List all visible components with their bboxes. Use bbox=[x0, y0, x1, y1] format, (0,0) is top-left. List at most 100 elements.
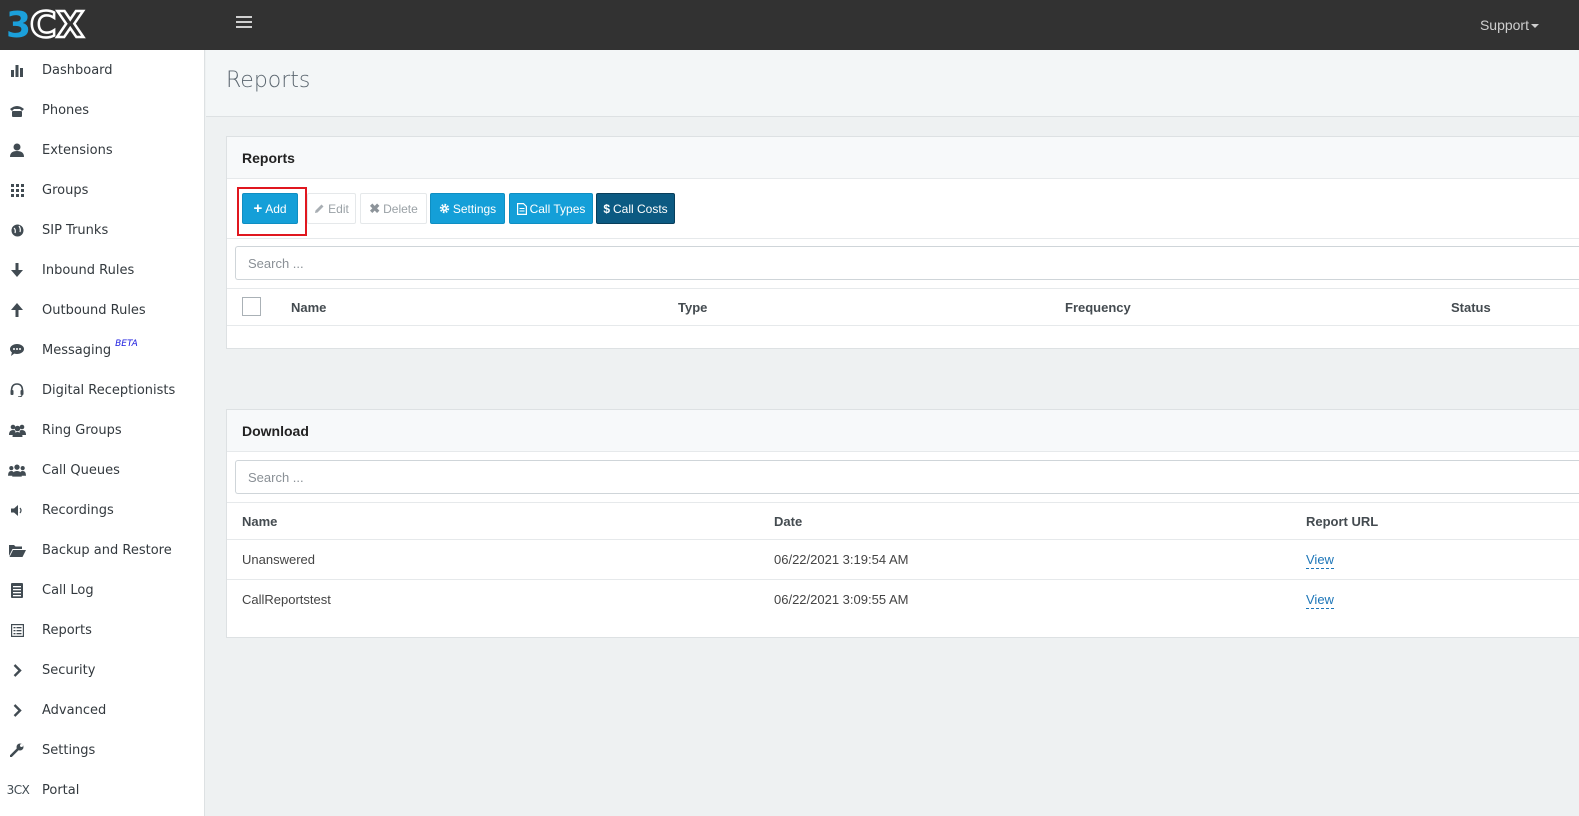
report-date: 06/22/2021 3:19:54 AM bbox=[774, 552, 909, 567]
sidebar-item-label: Phones bbox=[42, 102, 90, 118]
reports-panel-heading: Reports bbox=[227, 137, 1579, 179]
add-button[interactable]: + Add bbox=[242, 193, 298, 224]
download-search-input[interactable] bbox=[235, 460, 1579, 494]
view-link[interactable]: View bbox=[1306, 552, 1334, 569]
call-costs-button-label: Call Costs bbox=[613, 201, 668, 216]
sidebar-item-phones[interactable]: Phones bbox=[0, 90, 204, 130]
sidebar-item-label: Extensions bbox=[42, 142, 113, 158]
reports-search-input[interactable] bbox=[235, 246, 1579, 280]
sidebar-item-advanced[interactable]: Advanced bbox=[0, 690, 204, 730]
sidebar-item-label: Outbound Rules bbox=[42, 302, 146, 318]
column-header-name[interactable]: Name bbox=[291, 300, 326, 315]
sidebar-item-messaging[interactable]: Messaging BETA bbox=[0, 330, 204, 370]
chevron-right-icon bbox=[8, 701, 26, 719]
sidebar-item-call-log[interactable]: Call Log bbox=[0, 570, 204, 610]
hamburger-menu-icon[interactable] bbox=[236, 16, 252, 32]
arrow-up-icon bbox=[8, 301, 26, 319]
svg-text:3: 3 bbox=[6, 6, 31, 42]
sidebar-item-call-queues[interactable]: Call Queues bbox=[0, 450, 204, 490]
download-panel: Download Name Date Report URL Unanswered… bbox=[226, 409, 1579, 638]
sidebar-item-label: Messaging BETA bbox=[42, 339, 138, 358]
view-link[interactable]: View bbox=[1306, 592, 1334, 609]
sidebar-item-dashboard[interactable]: Dashboard bbox=[0, 50, 204, 90]
reports-panel: Reports + Add Edit ✖ Delete Settings Call … bbox=[226, 136, 1579, 349]
sidebar-item-label: Dashboard bbox=[42, 62, 113, 78]
call-types-button[interactable]: Call Types bbox=[509, 193, 593, 224]
sidebar-item-settings[interactable]: Settings bbox=[0, 730, 204, 770]
table-row: CallReportstest 06/22/2021 3:09:55 AM Vi… bbox=[227, 579, 1579, 619]
phone-icon bbox=[8, 101, 26, 119]
close-icon: ✖ bbox=[369, 201, 381, 216]
portal-icon-text: 3CX bbox=[6, 783, 30, 797]
report-name: Unanswered bbox=[242, 552, 315, 567]
sidebar-item-label: Advanced bbox=[42, 702, 107, 718]
report-name: CallReportstest bbox=[242, 592, 331, 607]
column-header-date[interactable]: Date bbox=[774, 514, 802, 529]
sidebar-item-ring-groups[interactable]: Ring Groups bbox=[0, 410, 204, 450]
chevron-right-icon bbox=[8, 661, 26, 679]
plus-icon: + bbox=[253, 200, 263, 217]
sidebar-item-reports[interactable]: Reports bbox=[0, 610, 204, 650]
add-button-label: Add bbox=[265, 201, 287, 216]
sidebar-item-digital-receptionists[interactable]: Digital Receptionists bbox=[0, 370, 204, 410]
column-header-status[interactable]: Status bbox=[1451, 300, 1491, 315]
column-header-type[interactable]: Type bbox=[678, 300, 707, 315]
download-table-header: Name Date Report URL bbox=[227, 502, 1579, 540]
download-panel-heading: Download bbox=[227, 410, 1579, 452]
sidebar-item-inbound-rules[interactable]: Inbound Rules bbox=[0, 250, 204, 290]
column-header-name[interactable]: Name bbox=[242, 514, 277, 529]
sidebar-item-outbound-rules[interactable]: Outbound Rules bbox=[0, 290, 204, 330]
svg-text:CX: CX bbox=[30, 6, 84, 42]
chat-icon bbox=[8, 341, 26, 359]
sidebar-item-extensions[interactable]: Extensions bbox=[0, 130, 204, 170]
sidebar-item-sip-trunks[interactable]: SIP Trunks bbox=[0, 210, 204, 250]
page-header: Reports bbox=[206, 50, 1579, 117]
3cx-logo-icon: 3CX bbox=[3, 781, 33, 799]
column-header-frequency[interactable]: Frequency bbox=[1065, 300, 1131, 315]
wrench-icon bbox=[8, 741, 26, 759]
user-icon bbox=[8, 141, 26, 159]
view-link-label[interactable]: View bbox=[1306, 552, 1334, 569]
sidebar-item-recordings[interactable]: Recordings bbox=[0, 490, 204, 530]
edit-button[interactable]: Edit bbox=[307, 193, 356, 224]
table-row: Unanswered 06/22/2021 3:19:54 AM View bbox=[227, 539, 1579, 579]
call-costs-button[interactable]: $ Call Costs bbox=[596, 193, 675, 224]
bar-chart-icon bbox=[8, 61, 26, 79]
speaker-icon bbox=[8, 501, 26, 519]
sidebar-item-label: Portal bbox=[42, 782, 80, 798]
messaging-label: Messaging bbox=[42, 342, 112, 358]
dollar-icon: $ bbox=[603, 201, 610, 216]
sidebar-item-label: Recordings bbox=[42, 502, 114, 518]
3cx-logo[interactable]: 3 CX bbox=[6, 6, 98, 42]
report-icon bbox=[8, 621, 26, 639]
sidebar-item-security[interactable]: Security bbox=[0, 650, 204, 690]
report-date: 06/22/2021 3:09:55 AM bbox=[774, 592, 909, 607]
pencil-icon bbox=[314, 203, 325, 214]
sidebar-item-label: Call Log bbox=[42, 582, 94, 598]
column-header-report-url[interactable]: Report URL bbox=[1306, 514, 1378, 529]
reports-toolbar: + Add Edit ✖ Delete Settings Call Types $ C… bbox=[227, 179, 1579, 239]
grid-icon bbox=[8, 181, 26, 199]
sidebar: Dashboard Phones Extensions Groups SIP T… bbox=[0, 50, 205, 816]
select-all-checkbox[interactable] bbox=[242, 297, 261, 316]
sidebar-item-groups[interactable]: Groups bbox=[0, 170, 204, 210]
page-title: Reports bbox=[226, 68, 311, 93]
support-menu[interactable]: Support bbox=[1480, 17, 1539, 33]
sidebar-item-label: Inbound Rules bbox=[42, 262, 135, 278]
sidebar-item-label: Security bbox=[42, 662, 96, 678]
reports-table-header: Name Type Frequency Status bbox=[227, 288, 1579, 326]
sidebar-item-label: Digital Receptionists bbox=[42, 382, 176, 398]
headset-icon bbox=[8, 381, 26, 399]
view-link-label[interactable]: View bbox=[1306, 592, 1334, 609]
top-bar: 3 CX Support bbox=[0, 0, 1579, 50]
sidebar-item-label: Reports bbox=[42, 622, 92, 638]
sidebar-item-label: Settings bbox=[42, 742, 96, 758]
delete-button[interactable]: ✖ Delete bbox=[360, 193, 427, 224]
group-icon bbox=[8, 461, 26, 479]
settings-button-label: Settings bbox=[452, 201, 497, 216]
sidebar-item-label: SIP Trunks bbox=[42, 222, 109, 238]
sidebar-item-backup-restore[interactable]: Backup and Restore bbox=[0, 530, 204, 570]
sidebar-item-portal[interactable]: 3CX Portal bbox=[0, 770, 204, 810]
settings-button[interactable]: Settings bbox=[430, 193, 505, 224]
users-icon bbox=[8, 421, 26, 439]
